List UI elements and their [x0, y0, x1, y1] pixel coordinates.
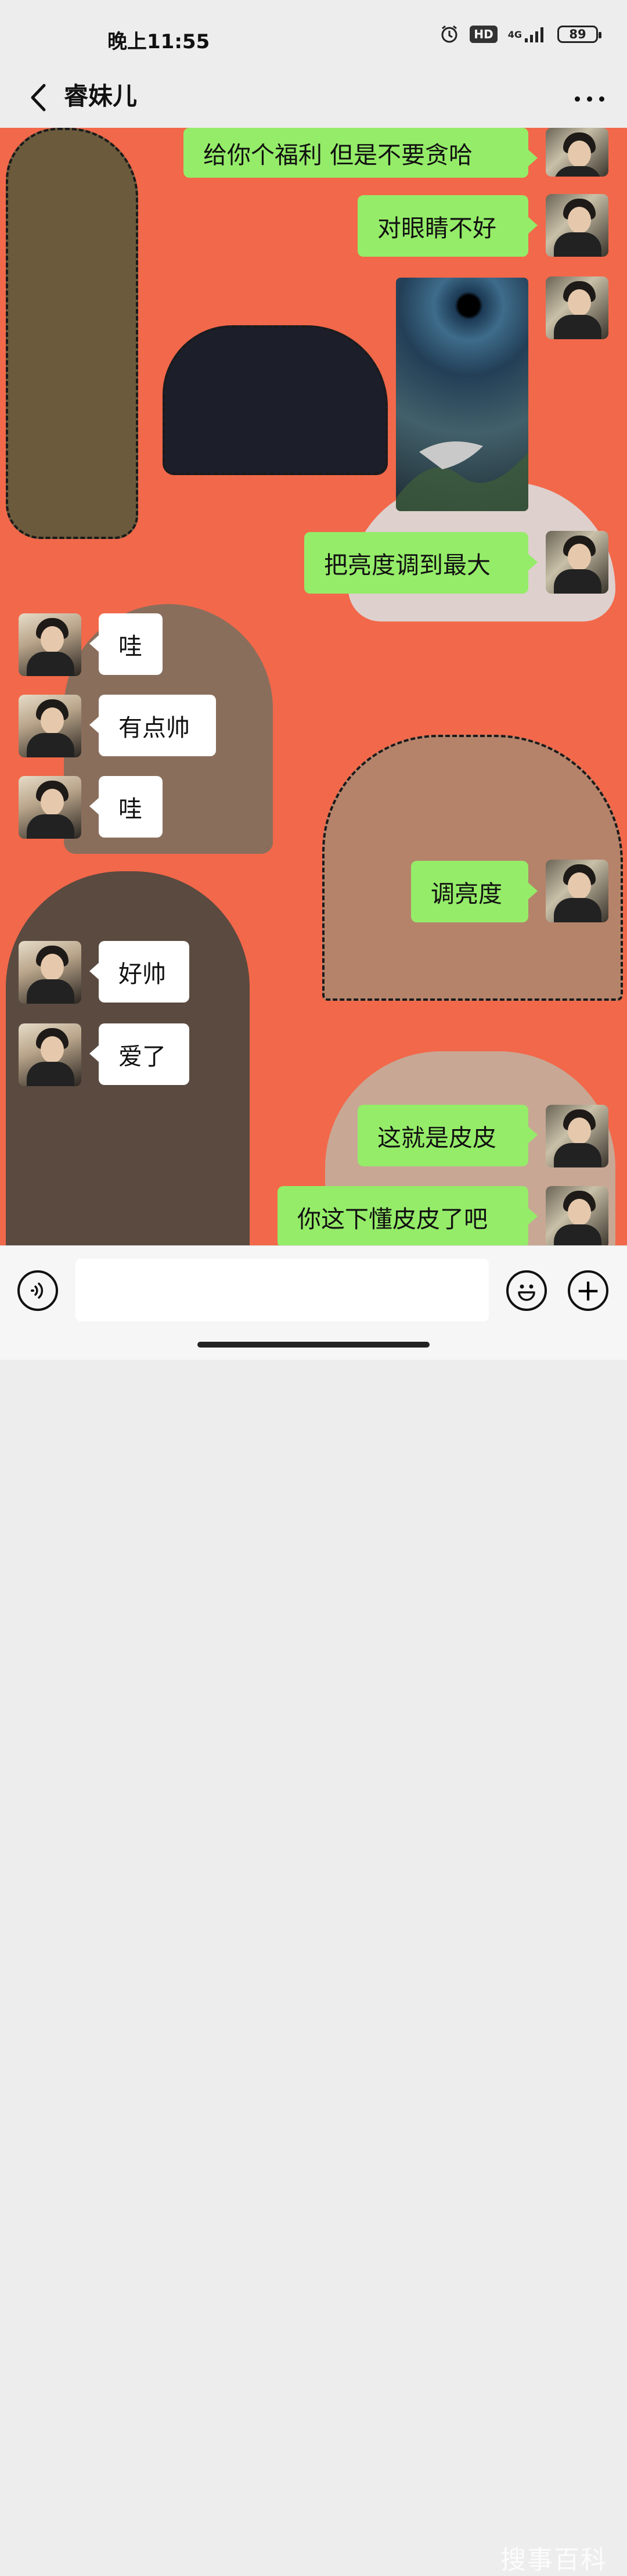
chat-area[interactable]: 给你个福利 但是不要贪哈 对眼睛不好 把亮度调到最大 哇 有点帅 哇 调亮度 好…	[0, 128, 627, 1245]
plus-button[interactable]: +	[568, 1270, 608, 1311]
message-text: 哇	[118, 633, 142, 660]
back-button[interactable]	[20, 80, 55, 115]
avatar-contact[interactable]	[19, 695, 81, 757]
hd-icon: HD	[470, 26, 498, 43]
avatar-contact[interactable]	[19, 776, 81, 839]
message-text: 给你个福利 但是不要贪哈	[203, 141, 473, 169]
avatar-contact[interactable]	[19, 1023, 81, 1086]
home-indicator[interactable]	[197, 1342, 430, 1348]
avatar-me[interactable]	[546, 860, 608, 922]
image-message-astronaut[interactable]	[396, 278, 528, 511]
message-text: 你这下懂皮皮了吧	[297, 1205, 488, 1233]
message-bubble-incoming[interactable]: 有点帅	[89, 695, 216, 756]
message-bubble-incoming[interactable]: 好帅	[89, 941, 189, 1003]
chevron-left-icon	[31, 84, 46, 112]
alarm-icon	[439, 24, 459, 44]
message-input[interactable]	[75, 1259, 489, 1321]
more-button[interactable]	[569, 81, 610, 116]
avatar-me[interactable]	[546, 531, 608, 594]
avatar-me[interactable]	[546, 194, 608, 257]
sticker-girl-flowers	[163, 325, 388, 475]
voice-button[interactable]	[17, 1270, 58, 1311]
4g-signal-icon: 4G	[508, 26, 547, 43]
battery-level: 89	[569, 27, 586, 41]
more-dot	[586, 96, 592, 102]
status-icons: HD 4G 89	[439, 24, 601, 44]
message-text: 把亮度调到最大	[324, 551, 491, 579]
network-label: 4G	[507, 28, 522, 40]
message-bubble-outgoing[interactable]: 你这下懂皮皮了吧	[278, 1186, 538, 1245]
voice-icon	[31, 1282, 44, 1299]
message-bubble-outgoing[interactable]: 对眼睛不好	[358, 195, 538, 257]
message-bubble-incoming[interactable]: 爱了	[89, 1023, 189, 1085]
message-bubble-outgoing[interactable]: 这就是皮皮	[358, 1105, 538, 1166]
message-bubble-outgoing[interactable]: 给你个福利 但是不要贪哈	[183, 128, 538, 178]
more-dot	[599, 96, 604, 102]
message-text: 调亮度	[431, 880, 502, 908]
chat-title: 睿妹儿	[64, 82, 138, 110]
message-bubble-outgoing[interactable]: 调亮度	[411, 861, 538, 922]
avatar-contact[interactable]	[19, 613, 81, 676]
status-bar: 晚上11:55 HD 4G 89	[0, 0, 627, 70]
battery-icon: 89	[557, 26, 601, 43]
emoji-button[interactable]	[506, 1270, 547, 1311]
message-text: 好帅	[118, 960, 166, 988]
watermark: 搜事百科	[500, 2545, 607, 2575]
message-text: 这就是皮皮	[377, 1124, 496, 1152]
message-text: 爱了	[118, 1043, 166, 1070]
avatar-me[interactable]	[546, 1186, 608, 1245]
message-text: 有点帅	[118, 714, 190, 742]
message-bubble-incoming[interactable]: 哇	[89, 776, 163, 838]
avatar-contact[interactable]	[19, 941, 81, 1004]
avatar-me[interactable]	[546, 1105, 608, 1167]
emoji-icon	[518, 1284, 535, 1301]
more-dot	[574, 96, 580, 102]
message-text: 对眼睛不好	[377, 214, 496, 242]
chat-header: 睿妹儿	[0, 70, 627, 128]
message-bubble-outgoing[interactable]: 把亮度调到最大	[304, 532, 538, 594]
message-text: 哇	[118, 795, 142, 823]
message-bubble-incoming[interactable]: 哇	[89, 613, 163, 675]
avatar-me[interactable]	[546, 276, 608, 339]
avatar-me[interactable]	[546, 128, 608, 177]
sticker-girl-coat	[6, 128, 138, 539]
plus-icon: +	[575, 1273, 601, 1308]
status-time: 晚上11:55	[107, 30, 210, 53]
